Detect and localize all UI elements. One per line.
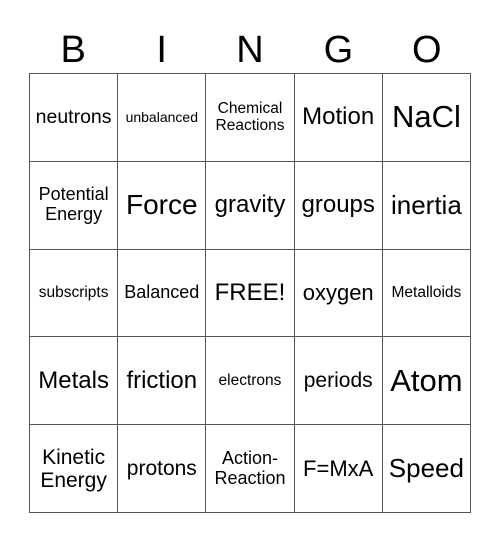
bingo-cell[interactable]: Kinetic Energy xyxy=(30,425,119,513)
bingo-cell[interactable]: unbalanced xyxy=(118,74,207,162)
bingo-cell[interactable]: Speed xyxy=(382,425,471,513)
bingo-cell[interactable]: inertia xyxy=(382,161,471,250)
bingo-header: B I N G O xyxy=(29,28,471,72)
bingo-cell[interactable]: subscripts xyxy=(30,249,119,338)
header-letter-n: N xyxy=(236,29,264,71)
bingo-cell[interactable]: Balanced xyxy=(118,249,207,338)
bingo-cell[interactable]: Potential Energy xyxy=(30,161,119,250)
bingo-grid: neutrons unbalanced Chemical Reactions M… xyxy=(29,73,471,513)
bingo-cell[interactable]: periods xyxy=(294,337,383,426)
bingo-cell[interactable]: neutrons xyxy=(30,74,119,162)
header-letter-b: B xyxy=(60,29,86,71)
bingo-cell[interactable]: Chemical Reactions xyxy=(206,74,295,162)
bingo-cell[interactable]: Motion xyxy=(294,74,383,162)
bingo-cell[interactable]: Force xyxy=(118,161,207,250)
bingo-cell[interactable]: Metals xyxy=(30,337,119,426)
bingo-cell[interactable]: Atom xyxy=(382,337,471,426)
bingo-cell[interactable]: Metalloids xyxy=(382,249,471,338)
bingo-cell[interactable]: protons xyxy=(118,425,207,513)
bingo-cell[interactable]: NaCl xyxy=(382,74,471,162)
bingo-cell[interactable]: friction xyxy=(118,337,207,426)
bingo-card: B I N G O neutrons unbalanced Chemical R… xyxy=(0,0,500,544)
bingo-cell[interactable]: electrons xyxy=(206,337,295,426)
bingo-cell[interactable]: gravity xyxy=(206,161,295,250)
header-letter-i: I xyxy=(156,29,167,71)
bingo-cell[interactable]: F=MxA xyxy=(294,425,383,513)
bingo-cell[interactable]: groups xyxy=(294,161,383,250)
header-letter-o: O xyxy=(412,29,442,71)
header-letter-g: G xyxy=(323,29,354,71)
free-space-cell[interactable]: FREE! xyxy=(206,249,295,338)
bingo-cell[interactable]: oxygen xyxy=(294,249,383,338)
bingo-cell[interactable]: Action- Reaction xyxy=(206,425,295,513)
